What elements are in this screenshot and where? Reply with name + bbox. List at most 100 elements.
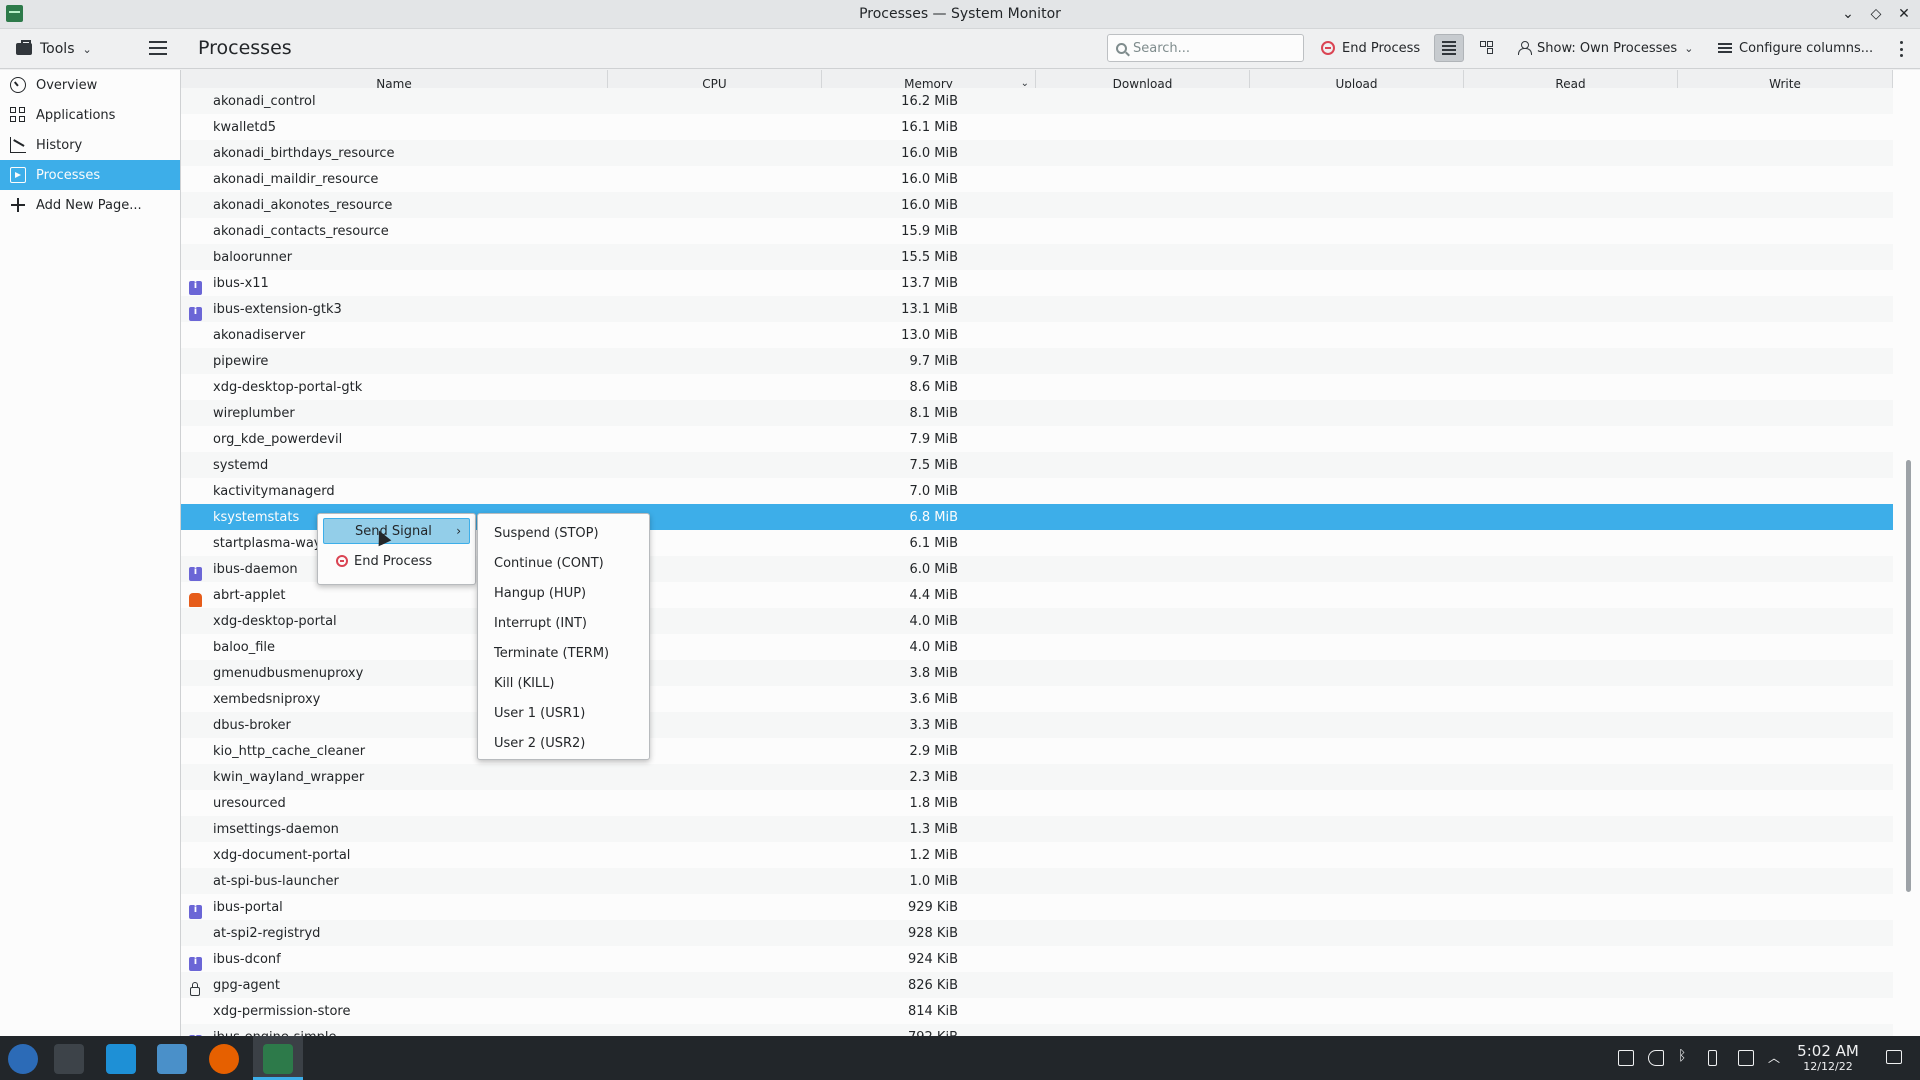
table-row[interactable]: akonadi_control 16.2 MiB <box>181 88 1893 114</box>
table-row[interactable]: ibus-extension-gtk3 13.1 MiB <box>181 296 1893 322</box>
table-row[interactable]: baloo_file 4.0 MiB <box>181 634 1893 660</box>
system-monitor-task-icon[interactable] <box>263 1044 293 1074</box>
signal-menu-item[interactable]: Kill (KILL) <box>478 668 649 698</box>
memory-cell: 13.1 MiB <box>901 301 958 317</box>
table-row[interactable]: ibus-engine-simple792 KiB <box>181 1024 1893 1036</box>
list-view-button[interactable] <box>1434 34 1464 62</box>
hamburger-menu-icon[interactable] <box>149 39 167 57</box>
table-row[interactable]: akonadiserver 13.0 MiB <box>181 322 1893 348</box>
signal-menu-item[interactable]: User 2 (USR2) <box>478 728 649 758</box>
search-input[interactable] <box>1133 40 1283 56</box>
volume-icon[interactable] <box>1648 1050 1664 1066</box>
table-row[interactable]: akonadi_birthdays_resource 16.0 MiB <box>181 140 1893 166</box>
table-row[interactable]: at-spi-bus-launcher 1.0 MiB <box>181 868 1893 894</box>
firefox-icon[interactable] <box>209 1044 239 1074</box>
sidebar-item-overview[interactable]: Overview <box>0 70 180 100</box>
process-context-menu: Send Signal › End Process <box>317 513 476 585</box>
ibus-icon <box>189 904 202 919</box>
table-row[interactable]: dbus-broker 3.3 MiB <box>181 712 1893 738</box>
memory-cell: 16.1 MiB <box>901 119 958 135</box>
process-name-cell: akonadi_contacts_resource <box>181 224 608 239</box>
task-manager-icon[interactable] <box>54 1044 84 1074</box>
file-manager-icon[interactable] <box>157 1044 187 1074</box>
signal-menu-item[interactable]: Interrupt (INT) <box>478 608 649 638</box>
network-icon[interactable] <box>1738 1050 1754 1066</box>
process-name: akonadi_maildir_resource <box>213 171 379 187</box>
end-process-menu-item[interactable]: End Process <box>318 547 475 575</box>
memory-cell: 3.8 MiB <box>909 665 958 681</box>
clock[interactable]: 5:02 AM 12/12/22 <box>1780 1042 1876 1073</box>
table-row[interactable]: xdg-desktop-portal 4.0 MiB <box>181 608 1893 634</box>
table-row[interactable]: baloorunner 15.5 MiB <box>181 244 1893 270</box>
display-icon[interactable] <box>1618 1050 1634 1066</box>
table-row[interactable]: xdg-permission-store 814 KiB <box>181 998 1893 1024</box>
memory-cell: 15.9 MiB <box>901 223 958 239</box>
table-row[interactable]: kwalletd5 16.1 MiB <box>181 114 1893 140</box>
sidebar-item-processes[interactable]: Processes <box>0 160 180 190</box>
show-processes-dropdown[interactable]: Show: Own Processes ⌄ <box>1512 34 1699 62</box>
end-process-icon <box>336 555 348 567</box>
sidebar-item-label: Overview <box>36 77 98 93</box>
maximize-button[interactable]: ◇ <box>1868 4 1884 24</box>
lock-icon <box>190 981 200 996</box>
table-row[interactable]: ibus-dconf 924 KiB <box>181 946 1893 972</box>
signal-menu-item[interactable]: User 1 (USR1) <box>478 698 649 728</box>
table-row[interactable]: pipewire 9.7 MiB <box>181 348 1893 374</box>
show-desktop-icon[interactable] <box>1886 1050 1902 1064</box>
configure-columns-button[interactable]: Configure columns... <box>1712 34 1879 62</box>
scrollbar-thumb[interactable] <box>1906 460 1911 892</box>
process-name: akonadi_contacts_resource <box>213 223 389 239</box>
title-bar: Processes — System Monitor ⌄ ◇ ✕ <box>0 0 1920 29</box>
table-row[interactable]: kactivitymanagerd 7.0 MiB <box>181 478 1893 504</box>
table-row[interactable]: xdg-desktop-portal-gtk 8.6 MiB <box>181 374 1893 400</box>
minimize-button[interactable]: ⌄ <box>1840 4 1856 24</box>
signal-menu-item[interactable]: Suspend (STOP) <box>478 518 649 548</box>
signal-menu-item[interactable]: Terminate (TERM) <box>478 638 649 668</box>
table-row[interactable]: xdg-document-portal 1.2 MiB <box>181 842 1893 868</box>
vertical-scrollbar[interactable] <box>1904 98 1914 1034</box>
table-row[interactable]: org_kde_powerdevil 7.9 MiB <box>181 426 1893 452</box>
store-icon[interactable] <box>106 1044 136 1074</box>
menu-item-label: End Process <box>354 553 433 569</box>
memory-cell: 4.0 MiB <box>909 613 958 629</box>
table-row[interactable]: akonadi_akonotes_resource 16.0 MiB <box>181 192 1893 218</box>
end-process-button[interactable]: End Process <box>1315 34 1426 62</box>
table-row[interactable]: akonadi_maildir_resource 16.0 MiB <box>181 166 1893 192</box>
memory-cell: 6.0 MiB <box>909 561 958 577</box>
process-name-cell: xdg-document-portal <box>181 848 608 863</box>
table-row[interactable]: ibus-x11 13.7 MiB <box>181 270 1893 296</box>
sidebar-item-applications[interactable]: Applications <box>0 100 180 130</box>
memory-cell: 4.4 MiB <box>909 587 958 603</box>
process-name: uresourced <box>213 795 286 811</box>
table-row[interactable]: systemd 7.5 MiB <box>181 452 1893 478</box>
signal-menu-item[interactable]: Continue (CONT) <box>478 548 649 578</box>
table-row[interactable]: ibus-portal 929 KiB <box>181 894 1893 920</box>
process-name-cell: imsettings-daemon <box>181 822 608 837</box>
signal-menu-item[interactable]: Hangup (HUP) <box>478 578 649 608</box>
table-row[interactable]: at-spi2-registryd 928 KiB <box>181 920 1893 946</box>
table-row[interactable]: kwin_wayland_wrapper 2.3 MiB <box>181 764 1893 790</box>
battery-icon[interactable] <box>1708 1050 1717 1066</box>
table-row[interactable]: uresourced 1.8 MiB <box>181 790 1893 816</box>
process-name-cell: ibus-extension-gtk3 <box>181 302 608 321</box>
table-row[interactable]: imsettings-daemon 1.3 MiB <box>181 816 1893 842</box>
search-field[interactable] <box>1107 34 1304 62</box>
close-button[interactable]: ✕ <box>1896 4 1912 24</box>
tree-view-button[interactable] <box>1472 34 1502 62</box>
tools-button[interactable]: Tools ⌄ <box>12 37 96 61</box>
sidebar-item-add-new-page[interactable]: Add New Page... <box>0 190 180 220</box>
table-row[interactable]: abrt-applet 4.4 MiB <box>181 582 1893 608</box>
process-name: xdg-document-portal <box>213 847 351 863</box>
bluetooth-icon[interactable]: ᛒ <box>1678 1048 1694 1064</box>
table-row[interactable]: akonadi_contacts_resource 15.9 MiB <box>181 218 1893 244</box>
table-row[interactable]: wireplumber 8.1 MiB <box>181 400 1893 426</box>
table-row[interactable]: gmenudbusmenuproxy 3.8 MiB <box>181 660 1893 686</box>
sidebar-item-history[interactable]: History <box>0 130 180 160</box>
table-row[interactable]: xembedsniproxy 3.6 MiB <box>181 686 1893 712</box>
overflow-menu-icon[interactable] <box>1900 41 1904 57</box>
table-row[interactable]: kio_http_cache_cleaner 2.9 MiB <box>181 738 1893 764</box>
table-row[interactable]: gpg-agent 826 KiB <box>181 972 1893 998</box>
memory-cell: 2.9 MiB <box>909 743 958 759</box>
send-signal-menu-item[interactable]: Send Signal › <box>323 518 470 544</box>
fedora-launcher-icon[interactable] <box>8 1044 38 1074</box>
